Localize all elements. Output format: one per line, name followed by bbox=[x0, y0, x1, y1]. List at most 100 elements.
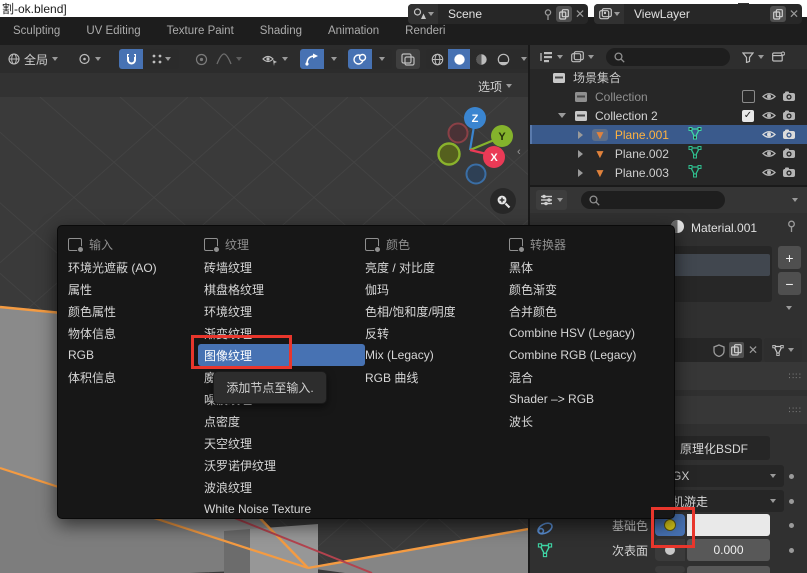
outliner-search-input[interactable] bbox=[606, 48, 730, 66]
menu-item-brick-texture[interactable]: 砖墙纹理 bbox=[204, 256, 359, 278]
scene-collection-label[interactable]: 场景集合 bbox=[573, 69, 621, 86]
base-color-swatch[interactable] bbox=[687, 514, 770, 536]
outliner-row-collection-2[interactable]: Collection 2 ✓ bbox=[530, 106, 807, 125]
outliner-row-collection[interactable]: Collection bbox=[530, 87, 807, 106]
menu-item-blackbody[interactable]: 黑体 bbox=[509, 256, 667, 278]
object-name[interactable]: Plane.002 bbox=[615, 147, 669, 161]
menu-item-gamma[interactable]: 伽玛 bbox=[365, 278, 505, 300]
mesh-data-dropdown[interactable] bbox=[764, 338, 802, 362]
keyframe-dot[interactable] bbox=[789, 474, 794, 479]
material-preview-button[interactable] bbox=[470, 49, 492, 69]
viewport-zoom-button[interactable] bbox=[490, 188, 516, 214]
sidebar-collapse-arrow[interactable]: ‹ bbox=[517, 146, 521, 158]
scene-name[interactable]: Scene bbox=[438, 7, 540, 21]
expand-arrow-icon[interactable] bbox=[578, 150, 583, 158]
menu-item-ambient-occlusion[interactable]: 环境光遮蔽 (AO) bbox=[68, 256, 200, 278]
breadcrumb-material-name[interactable]: Material.001 bbox=[691, 221, 757, 235]
object-name[interactable]: Plane.001 bbox=[615, 128, 669, 142]
material-specials-dropdown[interactable] bbox=[786, 306, 792, 310]
remove-viewlayer-icon[interactable]: ✕ bbox=[786, 6, 802, 22]
hide-eye-icon[interactable] bbox=[762, 110, 776, 121]
expand-arrow-icon[interactable] bbox=[558, 113, 566, 118]
collection-name[interactable]: Collection bbox=[595, 90, 648, 104]
tab-texture-paint[interactable]: Texture Paint bbox=[154, 17, 247, 45]
gizmo-axis-y[interactable]: Y bbox=[491, 125, 513, 147]
chevron-down-icon[interactable] bbox=[792, 198, 798, 202]
remove-material-slot-button[interactable]: − bbox=[778, 272, 801, 295]
gizmo-axis-neg-x[interactable] bbox=[449, 124, 468, 143]
panel-drag-grip[interactable]: ∷∷ bbox=[789, 371, 802, 382]
scene-selector[interactable]: Scene ✕ bbox=[408, 4, 588, 24]
object-data-properties-tab[interactable] bbox=[537, 543, 553, 561]
distribution-dropdown[interactable]: GX bbox=[658, 465, 784, 487]
menu-item-mix-legacy[interactable]: Mix (Legacy) bbox=[365, 344, 505, 366]
copy-material-icon[interactable] bbox=[729, 342, 744, 358]
tab-uv-editing[interactable]: UV Editing bbox=[73, 17, 153, 45]
show-gizmo-toggle[interactable] bbox=[300, 49, 324, 69]
wireframe-shading-button[interactable] bbox=[426, 49, 448, 69]
menu-item-white-noise-texture[interactable]: White Noise Texture bbox=[204, 498, 359, 520]
menu-item-voronoi-texture[interactable]: 沃罗诺伊纹理 bbox=[204, 454, 359, 476]
next-socket-partial[interactable] bbox=[655, 566, 685, 573]
gizmo-settings-dropdown[interactable] bbox=[324, 49, 344, 69]
menu-item-invert[interactable]: 反转 bbox=[365, 322, 505, 344]
menu-item-volume-info[interactable]: 体积信息 bbox=[68, 366, 200, 388]
gizmo-axis-x[interactable]: X bbox=[483, 146, 505, 168]
viewlayer-browse-button[interactable] bbox=[594, 4, 624, 24]
panel-drag-grip[interactable]: ∷∷ bbox=[789, 405, 802, 416]
menu-item-hue-saturation-value[interactable]: 色相/饱和度/明度 bbox=[365, 300, 505, 322]
expand-arrow-icon[interactable] bbox=[578, 131, 583, 139]
hide-eye-icon[interactable] bbox=[762, 129, 776, 140]
viewlayer-selector[interactable]: ViewLayer ✕ bbox=[594, 4, 802, 24]
unlink-material-icon[interactable]: ✕ bbox=[748, 343, 758, 357]
expand-arrow-icon[interactable] bbox=[578, 169, 583, 177]
subsurface-value-slider[interactable]: 0.000 bbox=[687, 539, 770, 561]
menu-item-combine-color[interactable]: 合并颜色 bbox=[509, 300, 667, 322]
transform-orientation-dropdown[interactable]: 全局 bbox=[4, 49, 62, 69]
tab-animation[interactable]: Animation bbox=[315, 17, 392, 45]
properties-search-input[interactable] bbox=[581, 191, 725, 209]
exclude-checkbox-unchecked[interactable] bbox=[742, 90, 755, 103]
hide-eye-icon[interactable] bbox=[762, 91, 776, 102]
snap-settings-dropdown[interactable] bbox=[143, 49, 179, 69]
pin-icon[interactable] bbox=[540, 6, 556, 22]
new-collection-button[interactable] bbox=[770, 49, 786, 65]
keyframe-dot[interactable] bbox=[789, 548, 794, 553]
outliner-row-plane-001[interactable]: ▼ Plane.001 bbox=[530, 125, 807, 144]
keyframe-dot[interactable] bbox=[789, 499, 794, 504]
menu-item-wavelength[interactable]: 波长 bbox=[509, 410, 667, 432]
options-dropdown[interactable]: 选项 bbox=[474, 76, 516, 96]
tab-sculpting[interactable]: Sculpting bbox=[0, 17, 73, 45]
gizmo-axis-neg-z[interactable] bbox=[467, 165, 486, 184]
gizmo-axis-z[interactable]: Z bbox=[464, 107, 486, 129]
pin-icon[interactable] bbox=[786, 220, 797, 235]
menu-item-rgb[interactable]: RGB bbox=[68, 344, 200, 366]
menu-item-shader-to-rgb[interactable]: Shader –> RGB bbox=[509, 388, 667, 410]
hide-eye-icon[interactable] bbox=[762, 148, 776, 159]
menu-item-object-info[interactable]: 物体信息 bbox=[68, 322, 200, 344]
menu-item-sky-texture[interactable]: 天空纹理 bbox=[204, 432, 359, 454]
disable-render-camera-icon[interactable] bbox=[782, 110, 796, 121]
disable-render-camera-icon[interactable] bbox=[782, 148, 796, 159]
disable-render-camera-icon[interactable] bbox=[782, 167, 796, 178]
outliner-row-scene-collection[interactable]: 场景集合 bbox=[530, 68, 807, 87]
viewlayer-name[interactable]: ViewLayer bbox=[624, 7, 770, 21]
selectability-dropdown[interactable] bbox=[258, 49, 292, 69]
object-name[interactable]: Plane.003 bbox=[615, 166, 669, 180]
menu-item-checker-texture[interactable]: 棋盘格纹理 bbox=[204, 278, 359, 300]
menu-item-combine-hsv-legacy[interactable]: Combine HSV (Legacy) bbox=[509, 322, 667, 344]
hide-eye-icon[interactable] bbox=[762, 167, 776, 178]
outliner-filter-dropdown[interactable] bbox=[738, 47, 768, 67]
outliner-row-plane-002[interactable]: ▼ Plane.002 bbox=[530, 144, 807, 163]
menu-item-wave-texture[interactable]: 波浪纹理 bbox=[204, 476, 359, 498]
disable-render-camera-icon[interactable] bbox=[782, 91, 796, 102]
show-overlays-toggle[interactable] bbox=[348, 49, 372, 69]
rendered-shading-button[interactable] bbox=[492, 49, 514, 69]
physics-properties-tab[interactable] bbox=[536, 520, 554, 540]
fake-user-shield-icon[interactable] bbox=[713, 344, 725, 357]
outliner-display-mode-dropdown[interactable] bbox=[536, 47, 567, 67]
gizmo-axis-neg-y[interactable] bbox=[439, 144, 460, 165]
exclude-checkbox-checked[interactable]: ✓ bbox=[742, 110, 754, 122]
menu-item-attribute[interactable]: 属性 bbox=[68, 278, 200, 300]
outliner-row-plane-003[interactable]: ▼ Plane.003 bbox=[530, 163, 807, 182]
